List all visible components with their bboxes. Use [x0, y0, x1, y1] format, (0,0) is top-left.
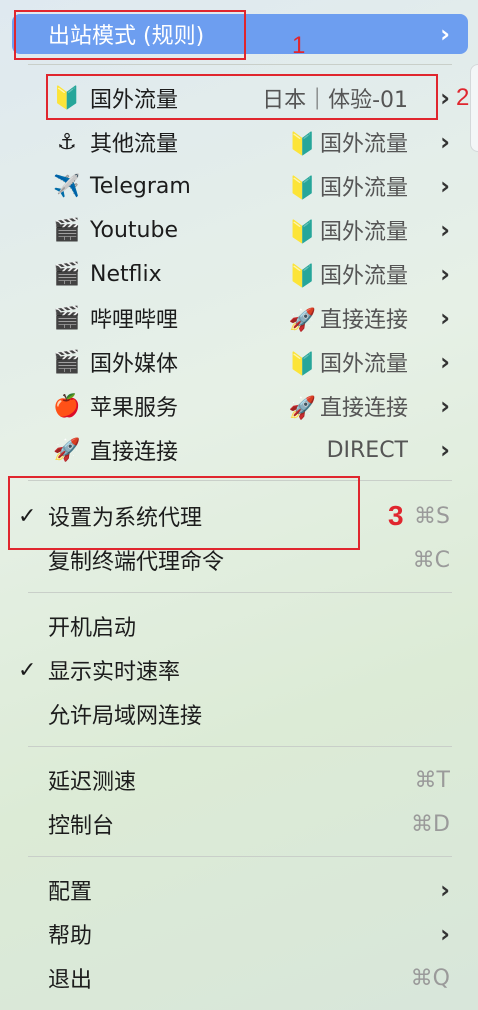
beginner-badge-icon: 🔰 [288, 176, 316, 201]
apple-icon: 🍎 [53, 393, 81, 419]
airplane-icon: ✈️ [53, 173, 81, 199]
separator [28, 746, 452, 747]
annotation-box-1 [14, 10, 246, 60]
annotation-marker-2: 2 [456, 84, 470, 111]
proxy-group-label: 苹果服务 [90, 396, 179, 421]
chevron-right-icon: › [440, 216, 450, 244]
proxy-group-telegram[interactable]: ✈️ Telegram 🔰 国外流量 › [12, 166, 468, 206]
shortcut-label: ⌘T [414, 767, 450, 793]
proxy-selection-text: 国外流量 [319, 352, 408, 377]
quit-item[interactable]: 退出 ⌘Q [12, 958, 468, 998]
chevron-right-icon: › [440, 128, 450, 156]
latency-test-item[interactable]: 延迟测速 ⌘T [12, 760, 468, 800]
quit-label: 退出 [48, 968, 93, 993]
proxy-group-label: Youtube [90, 217, 178, 243]
chevron-right-icon: › [440, 920, 450, 948]
clapper-board-icon: 🎬 [53, 305, 81, 331]
clapper-board-icon: 🎬 [53, 261, 81, 287]
proxy-group-other-traffic[interactable]: ⚓ 其他流量 🔰 国外流量 › [12, 122, 468, 162]
proxy-selection-text: 国外流量 [319, 264, 408, 289]
chevron-right-icon: › [440, 20, 450, 48]
anchor-icon: ⚓ [57, 129, 77, 155]
annotation-box-2 [46, 74, 438, 120]
shortcut-label: ⌘S [414, 503, 450, 529]
proxy-group-apple-services[interactable]: 🍎 苹果服务 🚀 直接连接 › [12, 386, 468, 426]
rocket-icon: 🚀 [288, 396, 316, 421]
annotation-marker-1: 1 [292, 32, 306, 59]
chevron-right-icon: › [440, 172, 450, 200]
proxy-selection-text: 国外流量 [319, 176, 408, 201]
proxy-group-direct[interactable]: 🚀 直接连接 DIRECT › [12, 430, 468, 470]
submenu-edge [470, 64, 478, 152]
clapper-board-icon: 🎬 [53, 217, 81, 243]
chevron-right-icon: › [440, 348, 450, 376]
separator [28, 64, 452, 65]
beginner-badge-icon: 🔰 [288, 352, 316, 377]
beginner-badge-icon: 🔰 [288, 132, 316, 157]
shortcut-label: ⌘C [412, 547, 450, 573]
separator [28, 856, 452, 857]
proxy-selection-text: 直接连接 [319, 396, 408, 421]
shortcut-label: ⌘Q [410, 965, 450, 991]
proxy-group-selection: 🔰 国外流量 [289, 170, 408, 202]
separator [28, 592, 452, 593]
proxy-group-foreign-media[interactable]: 🎬 国外媒体 🔰 国外流量 › [12, 342, 468, 382]
proxy-selection-text: 国外流量 [319, 220, 408, 245]
annotation-box-3 [8, 476, 360, 550]
beginner-badge-icon: 🔰 [288, 220, 316, 245]
proxy-group-selection: 🔰 国外流量 [289, 346, 408, 378]
chevron-right-icon: › [440, 876, 450, 904]
chevron-right-icon: › [440, 260, 450, 288]
proxy-group-netflix[interactable]: 🎬 Netflix 🔰 国外流量 › [12, 254, 468, 294]
proxy-group-selection: 🚀 直接连接 [289, 302, 408, 334]
proxy-group-youtube[interactable]: 🎬 Youtube 🔰 国外流量 › [12, 210, 468, 250]
shortcut-label: ⌘D [411, 811, 450, 837]
launch-at-login-label: 开机启动 [48, 616, 137, 641]
latency-test-label: 延迟测速 [48, 770, 137, 795]
allow-lan-label: 允许局域网连接 [48, 704, 203, 729]
proxy-group-label: 哔哩哔哩 [90, 308, 179, 333]
proxy-group-label: 其他流量 [90, 132, 179, 157]
chevron-right-icon: › [440, 392, 450, 420]
proxy-group-bilibili[interactable]: 🎬 哔哩哔哩 🚀 直接连接 › [12, 298, 468, 338]
proxy-group-label: 国外媒体 [90, 352, 179, 377]
config-item[interactable]: 配置 › [12, 870, 468, 910]
dashboard-label: 控制台 [48, 814, 115, 839]
proxy-group-selection: 🔰 国外流量 [289, 258, 408, 290]
rocket-icon: 🚀 [288, 308, 316, 333]
allow-lan-connection-item[interactable]: 允许局域网连接 [12, 694, 468, 734]
show-realtime-speed-label: 显示实时速率 [48, 660, 181, 685]
proxy-selection-text: 国外流量 [319, 132, 408, 157]
proxy-group-selection: DIRECT [327, 438, 408, 463]
chevron-right-icon: › [440, 304, 450, 332]
checkmark-icon: ✓ [18, 657, 37, 683]
launch-at-login-item[interactable]: 开机启动 [12, 606, 468, 646]
proxy-selection-text: DIRECT [326, 437, 408, 463]
proxy-group-selection: 🔰 国外流量 [289, 214, 408, 246]
config-label: 配置 [48, 880, 93, 905]
proxy-group-label: 直接连接 [90, 440, 179, 465]
clapper-board-icon: 🎬 [53, 349, 81, 375]
help-item[interactable]: 帮助 › [12, 914, 468, 954]
proxy-group-label: Telegram [90, 173, 191, 199]
proxy-group-label: Netflix [90, 261, 162, 287]
rocket-icon: 🚀 [53, 437, 81, 463]
chevron-right-icon: › [440, 84, 450, 112]
proxy-group-selection: 🚀 直接连接 [289, 390, 408, 422]
clashx-status-menu: 出站模式 (规则) › 🔰 国外流量 日本｜体验-01 › ⚓ 其他流量 🔰 国外… [0, 0, 478, 1010]
beginner-badge-icon: 🔰 [288, 264, 316, 289]
chevron-right-icon: › [440, 436, 450, 464]
proxy-group-selection: 🔰 国外流量 [289, 126, 408, 158]
dashboard-item[interactable]: 控制台 ⌘D [12, 804, 468, 844]
show-realtime-speed-item[interactable]: ✓ 显示实时速率 [12, 650, 468, 690]
help-label: 帮助 [48, 924, 93, 949]
proxy-selection-text: 直接连接 [319, 308, 408, 333]
annotation-marker-3: 3 [388, 500, 404, 531]
